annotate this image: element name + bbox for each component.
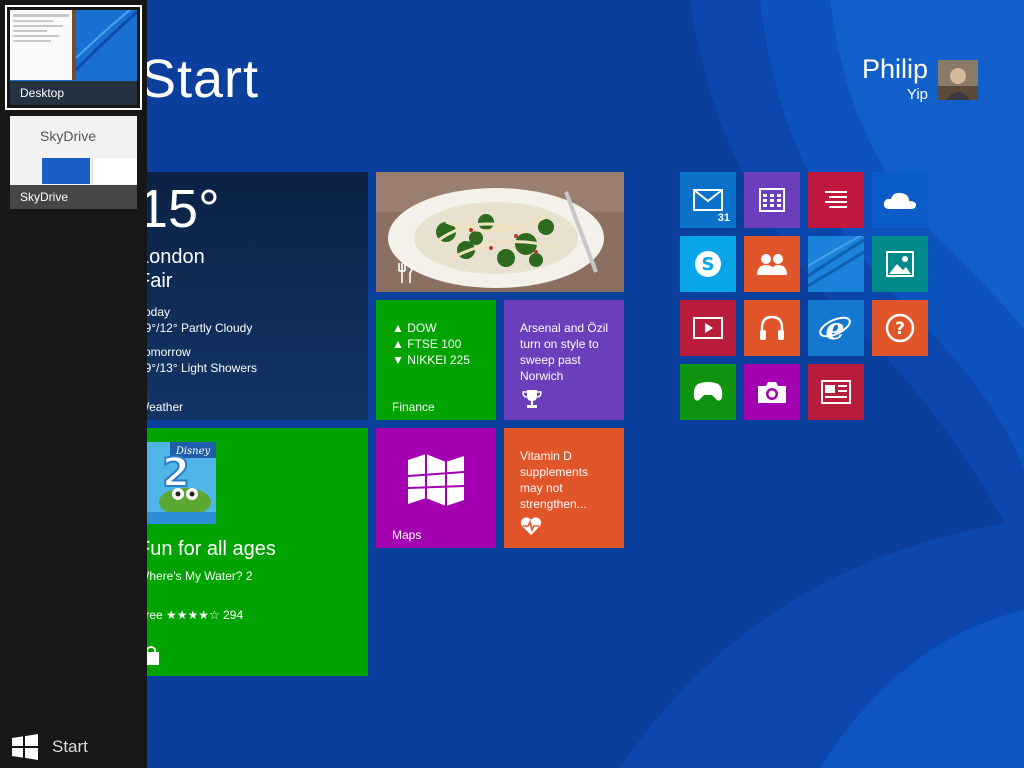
finance-row-ftse: ▲ FTSE 100 — [392, 337, 462, 351]
skydrive-preview-panel — [92, 158, 137, 184]
finance-row-dow: ▲ DOW — [392, 321, 437, 335]
camera-tile[interactable] — [744, 364, 800, 420]
finance-row-nikkei: ▼ NIKKEI 225 — [392, 353, 470, 367]
games-tile[interactable] — [680, 364, 736, 420]
user-first-name[interactable]: Philip — [862, 54, 928, 85]
store-app-title: Where's My Water? 2 — [138, 569, 253, 583]
mail-icon — [693, 189, 723, 211]
sport-tile[interactable]: Arsenal and Özil turn on style to sweep … — [504, 300, 624, 420]
skydrive-preview-block — [42, 158, 90, 184]
video-icon — [693, 317, 723, 339]
health-headline: Vitamin D supplements may not strengthen… — [520, 449, 589, 511]
skydrive-thumbnail-title: SkyDrive — [40, 128, 97, 144]
internet-explorer-icon: e — [819, 312, 851, 344]
reading-list-icon — [825, 191, 847, 208]
people-tile[interactable] — [744, 236, 800, 292]
desktop-thumbnail-label: Desktop — [10, 81, 137, 105]
start-title: Start — [140, 49, 260, 109]
skydrive-thumbnail-label: SkyDrive — [10, 185, 137, 209]
fork-knife-icon — [398, 262, 413, 283]
weather-temperature: 15° — [138, 179, 220, 239]
trophy-icon — [522, 390, 542, 408]
health-tile[interactable]: Vitamin D supplements may not strengthen… — [504, 428, 624, 548]
camera-icon — [758, 382, 786, 403]
maps-tile[interactable]: Maps — [376, 428, 496, 548]
skydrive-thumbnail[interactable]: SkyDrive SkyDrive — [10, 116, 137, 209]
weather-tile[interactable]: 15° London Fair Today 19°/12° Partly Clo… — [128, 172, 368, 420]
photo-icon — [886, 251, 914, 277]
food-drink-tile[interactable] — [376, 172, 624, 292]
skype-icon: S — [695, 251, 721, 277]
calendar-icon — [759, 188, 785, 212]
cloud-icon — [883, 192, 916, 209]
internet-explorer-tile[interactable]: e — [808, 300, 864, 356]
reading-list-tile[interactable] — [808, 172, 864, 228]
skydrive-tile[interactable] — [872, 172, 928, 228]
help-tile[interactable]: ? — [872, 300, 928, 356]
app-switcher-panel: Desktop SkyDrive SkyDrive Start — [0, 0, 147, 768]
news-icon — [821, 380, 851, 404]
help-icon: ? — [885, 313, 915, 343]
sport-headline: Arsenal and Özil turn on style to sweep … — [520, 321, 609, 383]
people-icon — [757, 254, 787, 275]
desktop-wallpaper-icon — [808, 236, 864, 292]
store-headline: Fun for all ages — [138, 538, 276, 560]
mail-badge-count: 31 — [717, 212, 730, 224]
calendar-tile[interactable] — [744, 172, 800, 228]
headphones-icon — [760, 315, 784, 340]
video-tile[interactable] — [680, 300, 736, 356]
weather-city: London — [138, 246, 205, 268]
news-tile[interactable] — [808, 364, 864, 420]
svg-text:S: S — [702, 254, 715, 275]
finance-list: ▲ DOW ▲ FTSE 100 ▼ NIKKEI 225 — [392, 320, 470, 368]
heart-icon — [520, 517, 542, 535]
finance-app-label: Finance — [392, 400, 435, 414]
music-tile[interactable] — [744, 300, 800, 356]
desktop-thumbnail[interactable]: Desktop — [10, 10, 137, 105]
photos-tile[interactable] — [872, 236, 928, 292]
user-last-name[interactable]: Yip — [907, 86, 928, 103]
moon-icon — [262, 202, 318, 312]
start-button[interactable]: Start — [12, 734, 88, 760]
mail-tile[interactable]: 31 — [680, 172, 736, 228]
finance-tile[interactable]: ▲ DOW ▲ FTSE 100 ▼ NIKKEI 225 Finance — [376, 300, 496, 420]
weather-tomorrow-forecast: 19°/13° Light Showers — [138, 361, 258, 375]
weather-today-forecast: 19°/12° Partly Cloudy — [138, 321, 253, 335]
start-button-label: Start — [52, 737, 88, 756]
store-rating-line: Free ★★★★☆ 294 — [138, 608, 244, 622]
gamepad-icon — [693, 382, 723, 401]
skype-tile[interactable]: S — [680, 236, 736, 292]
where-is-my-water-app-image: Disney 2 — [140, 442, 216, 524]
store-tile[interactable]: Disney 2 Fun for all ages Where's My Wat… — [128, 428, 368, 676]
windows-logo-icon — [12, 734, 38, 760]
svg-text:e: e — [825, 312, 844, 344]
svg-text:?: ? — [895, 319, 905, 339]
desktop-tile[interactable] — [808, 236, 864, 292]
map-icon — [407, 454, 465, 506]
maps-app-label: Maps — [392, 528, 422, 542]
avatar[interactable] — [938, 60, 978, 100]
